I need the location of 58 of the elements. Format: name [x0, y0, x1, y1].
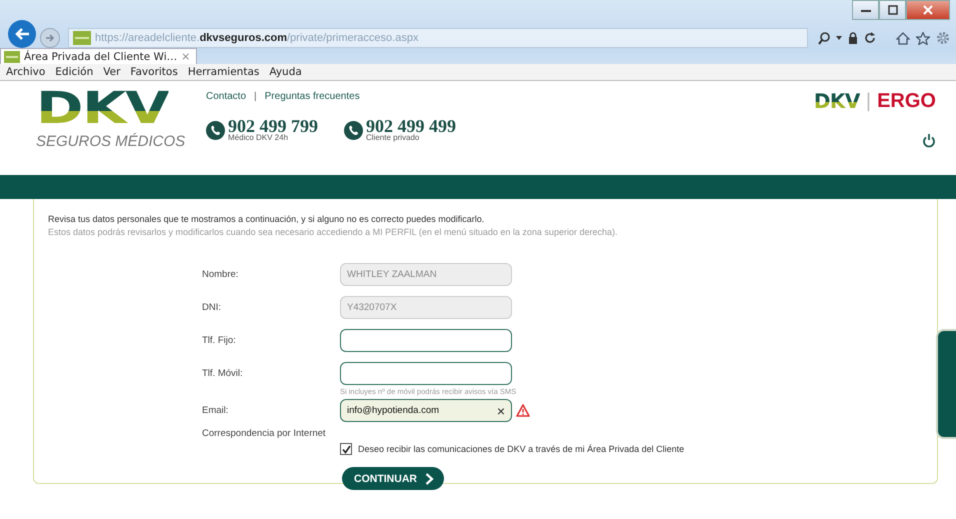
field-label: Tlf. Fijo: [202, 335, 237, 346]
clear-button[interactable]: × [496, 404, 505, 418]
phone-icon [206, 121, 225, 140]
field-label: Nombre: [202, 269, 240, 280]
search-icon[interactable] [818, 32, 830, 44]
header-link[interactable]: Preguntas frecuentes [264, 91, 360, 102]
tab-favicon [4, 50, 20, 62]
menu-item[interactable]: Ver [103, 66, 120, 78]
close-button[interactable] [906, 0, 950, 20]
brand-separator: | [866, 90, 872, 112]
minimize-icon [860, 7, 870, 13]
input-field[interactable] [340, 329, 512, 352]
phone-icon [344, 121, 363, 140]
field-label: Email: [202, 405, 230, 416]
field-label: Correspondencia por Internet [202, 428, 327, 439]
phone-number: 902 499 799 [228, 119, 318, 134]
forward-arrow-icon [45, 33, 55, 43]
back-button[interactable] [8, 20, 36, 48]
phone-number: 902 499 499 [366, 119, 456, 134]
restore-icon [888, 5, 898, 15]
restore-button[interactable] [879, 0, 906, 20]
url-text: https://areadelcliente.dkvseguros.com/private/primeracceso.aspx [95, 32, 418, 44]
link-separator: | [254, 91, 257, 102]
help-text: Estos datos podrás revisarlos y modificarlos cuando sea necesario accediendo a MI PERFIL (en el menú situado en la zona superior derecha). [48, 226, 618, 239]
lock-icon[interactable] [848, 32, 858, 44]
address-bar[interactable]: https://areadelcliente.dkvseguros.com/private/primeracceso.aspx [68, 28, 808, 48]
side-tab[interactable] [936, 329, 956, 439]
tab-close-button[interactable]: × [181, 50, 190, 63]
close-icon [923, 5, 933, 15]
partner-logo: ERGO [877, 90, 936, 112]
field-label: DNI: [202, 302, 222, 313]
logo-subtitle: SEGUROS MÉDICOS [36, 133, 186, 150]
phone-caption: Cliente privado [366, 134, 420, 142]
menu-item[interactable]: Herramientas [188, 66, 260, 78]
menu-item[interactable]: Ayuda [269, 66, 302, 78]
back-arrow-icon [14, 27, 30, 41]
chevron-right-icon [425, 472, 434, 484]
dropdown-caret-icon[interactable] [836, 36, 842, 40]
settings-icon[interactable] [936, 31, 950, 45]
phone-caption: Médico DKV 24h [228, 134, 290, 142]
browser-tab[interactable]: Área Privada del Cliente Wi… × [0, 48, 198, 64]
continue-button[interactable]: CONTINUAR [342, 467, 444, 490]
intro-text: Revisa tus datos personales que te mostramos a continuación, y si alguno no es correcto puedes modificarlo. [48, 213, 486, 226]
field-label: Tlf. Móvil: [202, 368, 244, 379]
menu-item[interactable]: Archivo [6, 66, 46, 78]
power-icon[interactable] [922, 133, 936, 148]
menu-item[interactable]: Edición [55, 66, 94, 78]
checkbox[interactable] [340, 443, 352, 455]
forward-button[interactable] [40, 28, 60, 48]
star-icon[interactable] [916, 32, 930, 44]
minimize-button[interactable] [852, 0, 879, 20]
refresh-icon[interactable] [864, 32, 876, 44]
input-field[interactable]: info@hypotienda.com × [340, 399, 512, 422]
checkbox-label: Deseo recibir las comunicaciones de DKV a través de mi Área Privada del Cliente [358, 444, 684, 454]
menu-item[interactable]: Favoritos [130, 66, 178, 78]
home-icon[interactable] [896, 32, 910, 44]
input-field[interactable] [340, 362, 512, 385]
header-link[interactable]: Contacto [206, 91, 246, 102]
